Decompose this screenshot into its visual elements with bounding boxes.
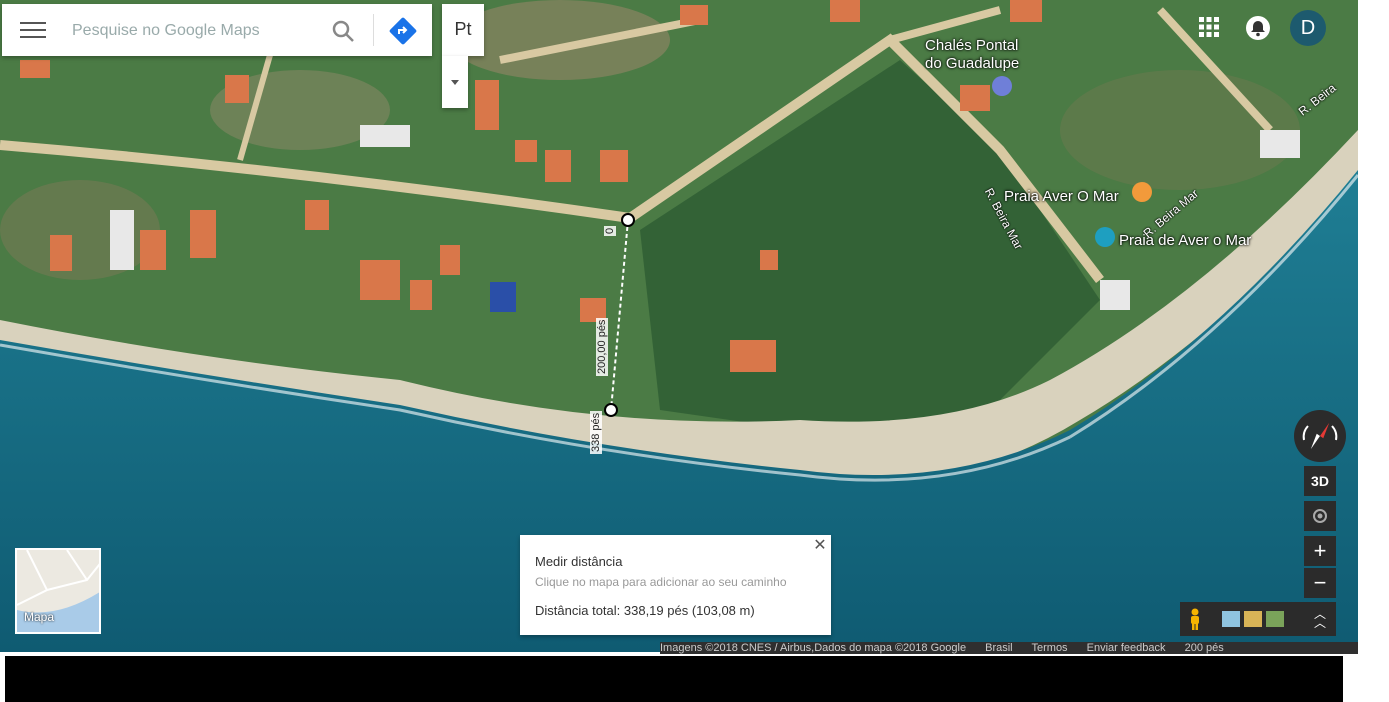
chevron-up-icon[interactable]: ︿ ︿ [1312,608,1328,629]
measure-end-label: 338 pés [590,410,602,454]
chevron-down-icon [451,80,459,85]
map-layer-toggle[interactable]: Mapa [15,548,101,634]
search-box [2,4,432,56]
map-type-label[interactable]: Pt [442,4,484,56]
close-icon[interactable]: ✕ [812,538,828,554]
measure-total-distance: Distância total: 338,19 pés (103,08 m) [535,603,755,618]
imagery-bar: ︿ ︿ [1180,602,1336,636]
zoom-in-button[interactable]: + [1304,536,1336,566]
measure-hint: Clique no mapa para adicionar ao seu cam… [535,575,787,589]
scale-label[interactable]: 200 pés [1185,642,1224,654]
measure-title: Medir distância [535,554,623,569]
map-toggle-label: Mapa [24,610,55,624]
bottom-black-bar [5,656,1343,702]
map-type-dropdown[interactable] [442,56,468,108]
pegman-icon[interactable] [1188,608,1202,630]
compass-icon[interactable] [1294,410,1346,462]
country-link[interactable]: Brasil [985,642,1013,654]
search-icon[interactable] [330,18,358,44]
imagery-thumb-nature[interactable] [1266,611,1284,627]
directions-icon[interactable] [388,16,418,46]
menu-icon[interactable] [16,18,50,42]
measure-mid-label: 200,00 pés [596,317,608,376]
imagery-thumb-water[interactable] [1222,611,1240,627]
feedback-link[interactable]: Enviar feedback [1087,642,1166,654]
terms-link[interactable]: Termos [1032,642,1068,654]
measure-start-label: 0 [604,225,616,236]
apps-grid-icon[interactable] [1198,16,1220,38]
search-input[interactable] [70,18,324,44]
map-footer: Imagens ©2018 CNES / Airbus,Dados do map… [660,642,1358,654]
zoom-out-button[interactable]: − [1304,568,1336,598]
place-label-praia-aver-o-mar[interactable]: Praia Aver O Mar [1004,188,1119,206]
measure-distance-card: Medir distância Clique no mapa para adic… [520,535,831,635]
notifications-icon[interactable] [1246,16,1270,40]
attribution-text: Imagens ©2018 CNES / Airbus,Dados do map… [660,642,967,654]
my-location-icon[interactable] [1304,501,1336,531]
avatar[interactable]: D [1290,10,1326,46]
place-label-praia-de-aver-o-mar[interactable]: Praia de Aver o Mar [1119,232,1251,250]
3d-view-button[interactable]: 3D [1304,466,1336,496]
imagery-thumb-terrain[interactable] [1244,611,1262,627]
place-label-chales-line1[interactable]: Chalés Pontal [925,37,1018,55]
place-label-chales-line2[interactable]: do Guadalupe [925,55,1019,73]
search-divider [373,14,374,46]
